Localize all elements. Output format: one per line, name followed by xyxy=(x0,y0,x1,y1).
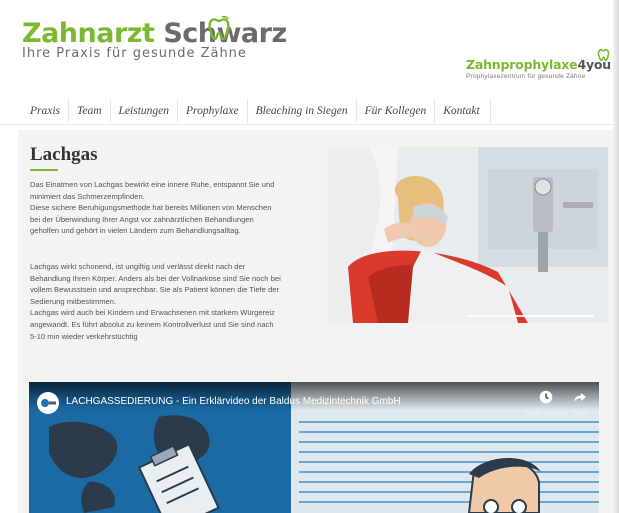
video-embed[interactable]: LACHGASSEDIERUNG - Ein Erklärvideo der B… xyxy=(29,382,599,513)
prophylaxe-tagline: Prophylaxezentrum für gesunde Zähne xyxy=(466,73,586,80)
baldus-logo-icon xyxy=(38,393,58,413)
page: Zahnarzt Schwarz Ihre Praxis für gesunde… xyxy=(0,0,619,513)
nav-item-fuer-kollegen[interactable]: Für Kollegen xyxy=(357,99,436,123)
text-line: geholfen und gehört in vielen Ländern zu… xyxy=(30,226,241,236)
treatment-photo xyxy=(328,147,608,323)
nav-item-bleaching[interactable]: Bleaching in Siegen xyxy=(248,99,357,123)
page-shadow xyxy=(613,0,619,513)
main-nav: Praxis Team Leistungen Prophylaxe Bleach… xyxy=(22,99,491,123)
tooth-logo-icon xyxy=(208,16,230,41)
site-logo[interactable]: Zahnarzt Schwarz Ihre Praxis für gesunde… xyxy=(22,18,287,61)
text-line: minimiert das Schmerzempfinden. xyxy=(30,191,145,201)
site-header: Zahnarzt Schwarz Ihre Praxis für gesunde… xyxy=(0,0,613,95)
channel-avatar[interactable] xyxy=(37,392,59,414)
title-underline xyxy=(30,169,58,171)
nav-item-leistungen[interactable]: Leistungen xyxy=(111,99,179,123)
prophylaxe-word: Zahnprophylaxe xyxy=(466,57,578,72)
text-line: vollem Bewusstsein und ansprechbar. Sie … xyxy=(30,285,280,295)
intro-paragraph: Das Einatmen von Lachgas bewirkt eine in… xyxy=(30,179,322,237)
nav-item-prophylaxe[interactable]: Prophylaxe xyxy=(178,99,248,123)
text-line: bei der Überwindung Ihrer Angst vor zahn… xyxy=(30,214,254,224)
text-line: Lachgas wird auch bei Kindern und Erwach… xyxy=(30,308,275,318)
nav-item-team[interactable]: Team xyxy=(69,99,111,123)
share-label: Teilen xyxy=(573,411,589,417)
clock-icon xyxy=(539,390,553,404)
watch-later-label: Später ansehen xyxy=(524,411,568,417)
watch-later-button[interactable]: Später ansehen xyxy=(516,390,576,417)
share-icon xyxy=(574,393,586,402)
prophylaxe-logo-title: Zahnprophylaxe4you xyxy=(466,58,611,72)
text-line: Sedierung mitbestimmen. xyxy=(30,296,117,306)
main-content: Lachgas Das Einatmen von Lachgas bewirkt… xyxy=(18,130,613,513)
prophylaxe-logo[interactable]: Zahnprophylaxe4you Prophylaxezentrum für… xyxy=(466,58,611,81)
nav-item-kontakt[interactable]: Kontakt xyxy=(435,99,491,123)
nav-item-praxis[interactable]: Praxis xyxy=(22,99,70,123)
text-line: Lachgas wirkt schonend, ist ungiftig und… xyxy=(30,262,246,271)
text-line: 5-10 min wieder verkehrstüchtig xyxy=(30,331,138,341)
text-line: angewandt. Es führt absolut zu keinem Ko… xyxy=(30,319,274,329)
dental-treatment-illustration xyxy=(328,147,608,323)
text-line: Das Einatmen von Lachgas bewirkt eine in… xyxy=(30,180,275,189)
video-title[interactable]: LACHGASSEDIERUNG - Ein Erklärvideo der B… xyxy=(66,396,401,407)
share-button[interactable]: Teilen xyxy=(573,390,597,417)
small-tooth-icon xyxy=(597,48,610,62)
text-line: Diese sichere Beruhigungsmethode hat ber… xyxy=(30,203,272,213)
slider-indicator[interactable] xyxy=(468,315,594,317)
detail-paragraph: Lachgas wirkt schonend, ist ungiftig und… xyxy=(30,261,322,342)
logo-word-zahnarzt: Zahnarzt xyxy=(22,18,155,49)
text-line: Behandlung Ihren Körper. Anders als bei … xyxy=(30,273,281,283)
nav-divider xyxy=(0,124,613,125)
page-title: Lachgas xyxy=(30,144,98,165)
